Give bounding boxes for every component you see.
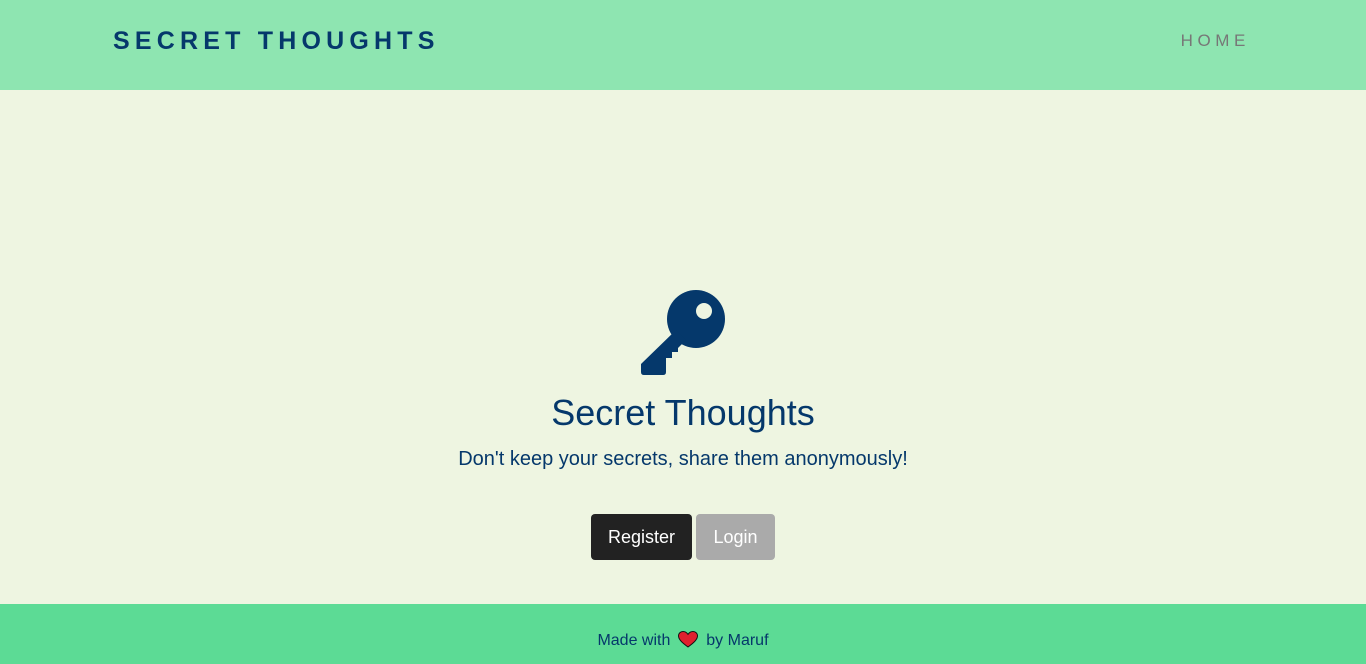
key-icon [641,290,725,375]
login-button[interactable]: Login [696,514,775,560]
footer-credit: Made with by Maruf [0,631,1366,650]
nav-link-home[interactable]: HOME [1181,31,1250,51]
navbar: SECRET THOUGHTS HOME [0,0,1366,90]
heart-icon [677,631,698,648]
footer-suffix: by Maruf [706,632,769,649]
footer: Made with by Maruf [0,604,1366,664]
register-button[interactable]: Register [591,514,692,560]
footer-prefix: Made with [597,632,671,649]
brand-logo-link[interactable]: SECRET THOUGHTS [113,27,440,55]
hero-subtitle: Don't keep your secrets, share them anon… [458,448,908,470]
hero-title: Secret Thoughts [551,392,815,433]
hero-section: Secret Thoughts Don't keep your secrets,… [0,90,1366,604]
